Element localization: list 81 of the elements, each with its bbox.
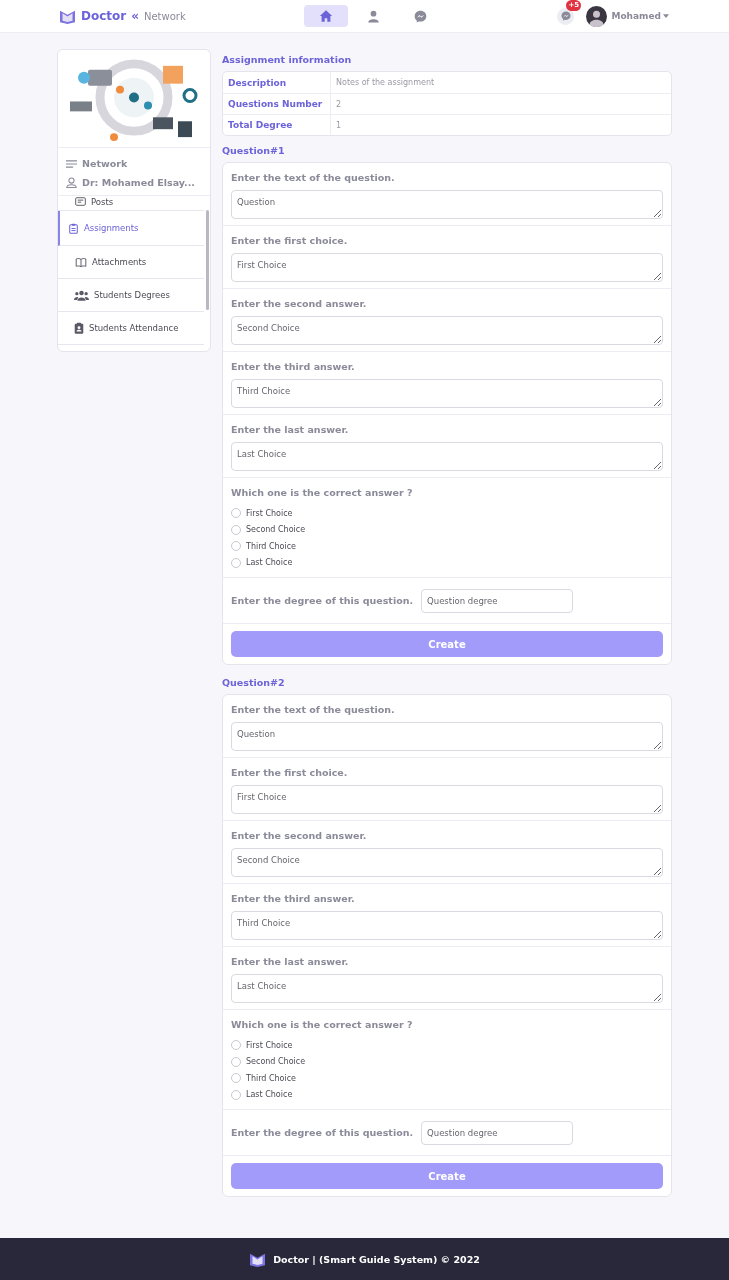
radio-label[interactable]: First Choice bbox=[246, 1040, 293, 1050]
question-heading: Question#1 bbox=[222, 144, 286, 158]
field-label: Enter the third answer. bbox=[231, 892, 356, 906]
field-label: Enter the degree of this question. bbox=[231, 594, 414, 608]
radio-button[interactable] bbox=[231, 1040, 241, 1051]
messages-button[interactable] bbox=[557, 7, 575, 25]
radio-label[interactable]: Second Choice bbox=[246, 525, 306, 535]
table-cell: 1 bbox=[331, 114, 671, 135]
user-icon bbox=[66, 177, 77, 188]
field-label: Enter the degree of this question. bbox=[231, 1126, 414, 1140]
question-heading: Question#2 bbox=[222, 676, 286, 690]
table-cell: Total Degree bbox=[223, 114, 331, 135]
table-cell: Questions Number bbox=[223, 93, 331, 114]
sidebar-item[interactable]: Posts bbox=[58, 196, 204, 211]
radio-button[interactable] bbox=[231, 1056, 241, 1067]
sidebar-item[interactable]: Students Attendance bbox=[58, 312, 204, 345]
radio-label[interactable]: Second Choice bbox=[246, 1057, 306, 1067]
text-area[interactable]: Question bbox=[231, 722, 663, 751]
clipboard-icon bbox=[68, 222, 79, 234]
table-cell: Description bbox=[223, 72, 331, 93]
field-label: Enter the last answer. bbox=[231, 955, 350, 969]
radio-button[interactable] bbox=[231, 1073, 241, 1084]
home-icon bbox=[319, 9, 333, 23]
sidebar-item[interactable]: Assignments bbox=[58, 211, 204, 246]
text-area[interactable]: First Choice bbox=[231, 785, 663, 814]
table-cell: 2 bbox=[331, 93, 671, 114]
radio-button[interactable] bbox=[231, 557, 241, 568]
home-tab[interactable] bbox=[304, 5, 348, 27]
radio-button[interactable] bbox=[231, 541, 241, 552]
radio-label[interactable]: Third Choice bbox=[246, 541, 297, 551]
scrollbar[interactable] bbox=[206, 210, 209, 310]
badge-icon bbox=[74, 322, 84, 334]
radio-label[interactable]: Last Choice bbox=[246, 558, 293, 568]
section-title: Network bbox=[144, 10, 186, 22]
question-prompt: Which one is the correct answer ? bbox=[231, 1018, 414, 1032]
field-label: Enter the second answer. bbox=[231, 829, 368, 843]
field-label: Enter the first choice. bbox=[231, 234, 349, 248]
brand-name[interactable]: Doctor bbox=[81, 9, 127, 23]
field-label: Enter the text of the question. bbox=[231, 703, 396, 717]
section-label: Network bbox=[82, 158, 128, 169]
text-area[interactable]: Third Choice bbox=[231, 379, 663, 408]
sidebar-item[interactable]: Attachments bbox=[58, 246, 204, 279]
radio-label[interactable]: Last Choice bbox=[246, 1090, 293, 1100]
breadcrumb-separator: « bbox=[131, 9, 139, 23]
section-heading: Assignment information bbox=[222, 53, 353, 67]
text-area[interactable]: Second Choice bbox=[231, 316, 663, 345]
logo-icon bbox=[249, 1251, 267, 1267]
text-area[interactable]: Third Choice bbox=[231, 911, 663, 940]
radio-button[interactable] bbox=[231, 524, 241, 535]
copyright-text: Doctor | (Smart Guide System) © 2022 bbox=[273, 1253, 480, 1265]
text-area[interactable]: Second Choice bbox=[231, 848, 663, 877]
caret-icon[interactable] bbox=[663, 14, 669, 18]
doctor-name: Dr: Mohamed Elsay... bbox=[82, 177, 195, 188]
field-label: Enter the text of the question. bbox=[231, 171, 396, 185]
text-area[interactable]: Last Choice bbox=[231, 442, 663, 471]
menu-icon[interactable] bbox=[66, 159, 77, 168]
user-icon bbox=[366, 9, 380, 23]
question-prompt: Which one is the correct answer ? bbox=[231, 486, 414, 500]
text-area[interactable]: Last Choice bbox=[231, 974, 663, 1003]
newspaper-icon bbox=[75, 196, 86, 207]
text-area[interactable]: First Choice bbox=[231, 253, 663, 282]
radio-button[interactable] bbox=[231, 1089, 241, 1100]
users-icon bbox=[74, 289, 89, 301]
messenger-icon bbox=[560, 11, 571, 21]
field-label: Enter the second answer. bbox=[231, 297, 368, 311]
degree-input[interactable]: Question degree bbox=[421, 1121, 574, 1145]
radio-label[interactable]: Third Choice bbox=[246, 1073, 297, 1083]
degree-input[interactable]: Question degree bbox=[421, 589, 574, 613]
avatar-icon[interactable] bbox=[586, 5, 608, 27]
sidebar-item[interactable]: Students Degrees bbox=[58, 279, 204, 312]
field-label: Enter the first choice. bbox=[231, 766, 349, 780]
messenger-icon bbox=[413, 9, 427, 23]
user-menu[interactable]: Mohamed bbox=[611, 11, 661, 21]
radio-label[interactable]: First Choice bbox=[246, 508, 293, 518]
field-label: Enter the third answer. bbox=[231, 360, 356, 374]
logo-icon[interactable] bbox=[59, 8, 76, 24]
book-icon bbox=[75, 256, 87, 268]
table-cell-text: Notes of the assignment bbox=[335, 77, 436, 89]
field-label: Enter the last answer. bbox=[231, 423, 350, 437]
radio-button[interactable] bbox=[231, 508, 241, 519]
text-area[interactable]: Question bbox=[231, 190, 663, 219]
